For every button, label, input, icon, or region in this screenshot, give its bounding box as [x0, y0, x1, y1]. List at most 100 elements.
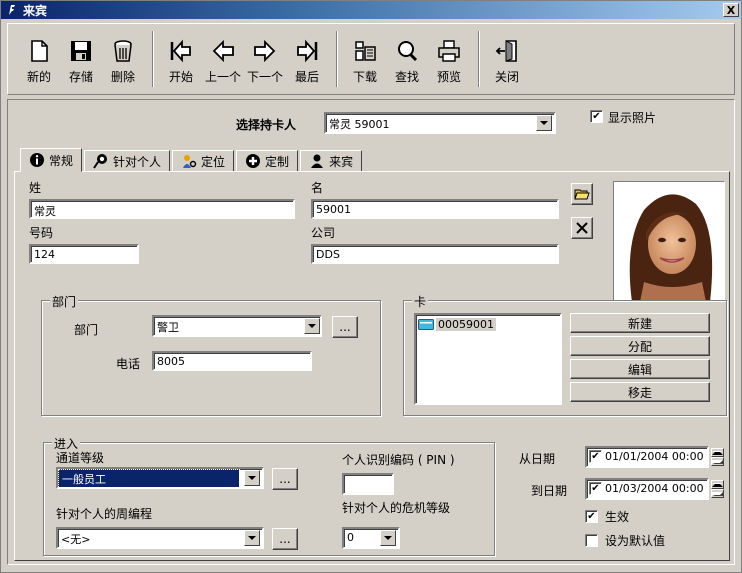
from-date-field[interactable]: 01/01/2004 00:00: [585, 446, 709, 468]
first-button[interactable]: 开始: [160, 29, 202, 89]
preview-button[interactable]: 预览: [428, 29, 470, 89]
department-browse-button[interactable]: ...: [332, 316, 358, 338]
remove-card-button[interactable]: 移走: [570, 382, 710, 402]
guest-window: 来宾 X 新的 存储 删除 开始 上一个 下一个 最后 下载 查找 预览 关闭 …: [0, 0, 742, 573]
floppy-disk-icon: [71, 41, 91, 61]
main-content: 选择持卡人 常灵 59001 ✔ 显示照片 常规 针对个人 定位 定制 来宾 姓…: [7, 99, 735, 565]
close-window-button[interactable]: X: [723, 3, 739, 17]
cardholder-dropdown-button[interactable]: [536, 115, 552, 131]
department-select[interactable]: 警卫: [152, 315, 322, 337]
active-checkbox[interactable]: ✔: [585, 510, 598, 523]
last-name-field[interactable]: 常灵: [29, 199, 295, 219]
delete-button[interactable]: 删除: [102, 29, 144, 89]
first-record-icon: [170, 39, 191, 63]
access-level-dropdown-button[interactable]: [244, 470, 260, 486]
set-default-checkbox[interactable]: [585, 534, 598, 547]
find-button[interactable]: 查找: [386, 29, 428, 89]
from-date-checkbox[interactable]: ✔: [589, 450, 602, 463]
to-date-label: 到日期: [531, 484, 568, 498]
close-button[interactable]: 关闭: [486, 29, 528, 89]
to-date-checkbox[interactable]: ✔: [589, 482, 602, 495]
first-name-field[interactable]: 59001: [311, 199, 559, 219]
access-level-label: 通道等级: [56, 451, 105, 465]
department-label: 部门: [74, 323, 99, 337]
printer-icon: [438, 40, 460, 62]
new-button[interactable]: 新的: [18, 29, 60, 89]
spin-up-icon[interactable]: [711, 480, 724, 489]
card-group-title: 卡: [412, 293, 429, 310]
tab-personal[interactable]: 针对个人: [84, 150, 171, 172]
threat-level-dropdown-button[interactable]: [380, 530, 396, 546]
assign-card-button[interactable]: 分配: [570, 336, 710, 356]
guest-icon: [311, 154, 324, 168]
arrow-right-icon: [254, 39, 276, 63]
access-level-browse-button[interactable]: ...: [272, 468, 298, 490]
show-photo-label: 显示照片: [608, 111, 657, 125]
tab-guest[interactable]: 来宾: [300, 150, 363, 172]
check-icon: ✔: [591, 482, 600, 494]
tab-bar: 常规 针对个人 定位 定制 来宾: [20, 148, 364, 172]
window-title: 来宾: [23, 3, 48, 18]
set-default-label: 设为默认值: [605, 534, 666, 548]
tab-general[interactable]: 常规: [20, 148, 83, 172]
open-folder-icon: [574, 189, 590, 200]
app-icon: [5, 3, 19, 17]
spin-down-icon[interactable]: [711, 457, 724, 466]
pin-label: 个人识别编码 ( PIN ): [342, 453, 455, 467]
first-name-label: 名: [311, 181, 324, 195]
trash-can-icon: [114, 40, 132, 62]
card-group: 卡 00059001 新建 分配 编辑 移走: [403, 293, 727, 416]
search-icon: [398, 41, 418, 62]
list-item[interactable]: 00059001: [418, 318, 496, 331]
pin-field[interactable]: [342, 473, 394, 495]
browse-photo-button[interactable]: [571, 183, 593, 205]
locate-person-icon: [183, 155, 197, 168]
card-list[interactable]: 00059001: [414, 313, 562, 405]
company-field[interactable]: DDS: [311, 244, 559, 264]
remove-photo-button[interactable]: [571, 217, 593, 239]
close-icon: [576, 222, 588, 234]
threat-level-label: 针对个人的危机等级: [342, 501, 451, 515]
last-name-label: 姓: [29, 181, 42, 195]
download-button[interactable]: 下载: [344, 29, 386, 89]
new-card-button[interactable]: 新建: [570, 313, 710, 333]
spin-up-icon[interactable]: [711, 448, 724, 457]
phone-label: 电话: [116, 357, 141, 371]
plus-circle-icon: [246, 154, 261, 168]
schedule-browse-button[interactable]: ...: [272, 528, 298, 550]
from-date-spinner[interactable]: [711, 448, 724, 466]
chevron-down-icon: [248, 536, 256, 540]
save-button[interactable]: 存储: [60, 29, 102, 89]
previous-button[interactable]: 上一个: [202, 29, 244, 89]
toolbar: 新的 存储 删除 开始 上一个 下一个 最后 下载 查找 预览 关闭: [7, 23, 735, 95]
cardholder-select[interactable]: 常灵 59001: [324, 112, 556, 134]
company-label: 公司: [311, 226, 336, 240]
new-document-icon: [31, 40, 48, 62]
chevron-down-icon: [248, 476, 256, 480]
access-level-select[interactable]: 一般员工: [56, 467, 264, 489]
schedule-label: 针对个人的周编程: [56, 507, 153, 521]
schedule-dropdown-button[interactable]: [244, 530, 260, 546]
person-key-icon: [93, 154, 108, 169]
tab-locate[interactable]: 定位: [172, 150, 235, 172]
to-date-field[interactable]: 01/03/2004 00:00: [585, 478, 709, 500]
toolbar-separator: [152, 31, 154, 87]
tab-custom[interactable]: 定制: [236, 150, 299, 172]
schedule-select[interactable]: <无>: [56, 527, 264, 549]
show-photo-checkbox[interactable]: ✔: [590, 110, 603, 123]
to-date-spinner[interactable]: [711, 480, 724, 498]
phone-field[interactable]: 8005: [152, 351, 312, 371]
edit-card-button[interactable]: 编辑: [570, 359, 710, 379]
department-dropdown-button[interactable]: [304, 318, 320, 334]
number-field[interactable]: 124: [29, 244, 139, 264]
exit-door-icon: [495, 40, 517, 62]
check-icon: ✔: [587, 510, 596, 522]
chevron-down-icon: [384, 536, 392, 540]
check-icon: ✔: [591, 450, 600, 462]
next-button[interactable]: 下一个: [244, 29, 286, 89]
last-button[interactable]: 最后: [286, 29, 328, 89]
general-tab-panel: 姓 常灵 号码 124 名 59001 公司 DDS 部门 部门 警卫 ... …: [14, 171, 730, 561]
active-label: 生效: [605, 510, 630, 524]
from-date-label: 从日期: [519, 452, 556, 466]
spin-down-icon[interactable]: [711, 489, 724, 498]
